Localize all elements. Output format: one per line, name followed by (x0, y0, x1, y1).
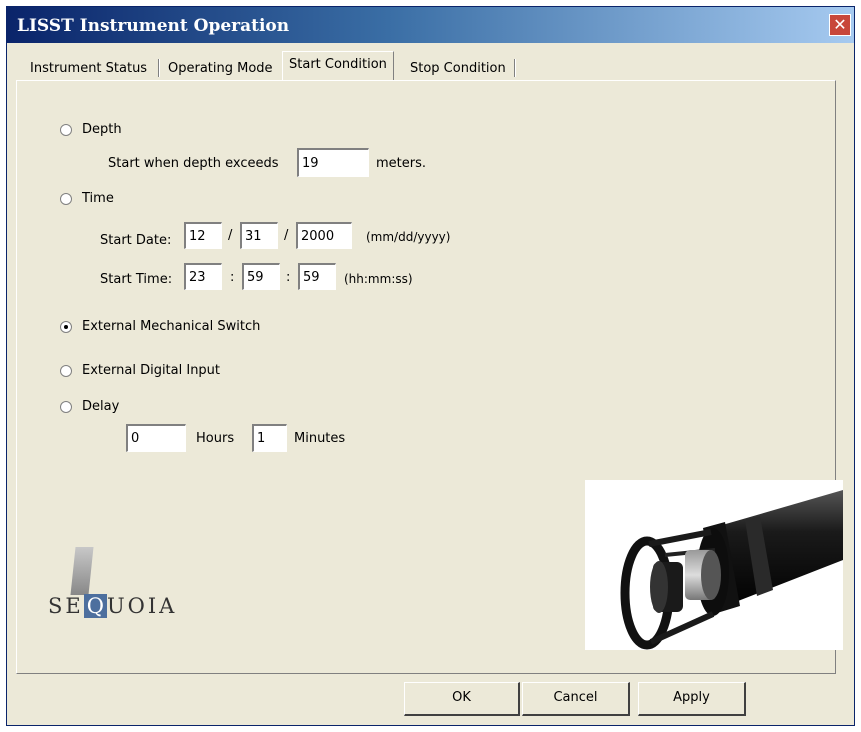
start-second-input[interactable] (298, 263, 336, 290)
date-format-hint: (mm/dd/yyyy) (366, 230, 451, 244)
tab-label: Start Condition (289, 57, 387, 72)
start-minute-input[interactable] (242, 263, 280, 290)
depth-prefix-label: Start when depth exceeds (108, 156, 279, 171)
start-month-input[interactable] (184, 222, 222, 249)
instrument-photo (585, 480, 843, 650)
delay-minutes-input[interactable] (252, 424, 287, 452)
depth-radio[interactable] (60, 124, 72, 136)
date-separator: / (284, 228, 289, 243)
cancel-button[interactable]: Cancel (522, 682, 630, 716)
logo-text: SE Q UOIA (48, 594, 177, 624)
time-separator: : (230, 270, 235, 285)
external-mechanical-switch-radio[interactable] (60, 321, 72, 333)
start-hour-input[interactable] (184, 263, 222, 290)
minutes-label: Minutes (294, 431, 346, 446)
tab-start-condition[interactable]: Start Condition (282, 51, 394, 81)
tab-operating-mode[interactable]: Operating Mode (168, 57, 273, 81)
depth-unit-label: meters. (376, 156, 427, 171)
delay-hours-input[interactable] (126, 424, 186, 452)
start-date-label: Start Date: (100, 233, 172, 248)
tab-separator (514, 59, 516, 77)
time-separator: : (286, 270, 291, 285)
window-title: LISST Instrument Operation (17, 16, 290, 36)
delay-label: Delay (82, 399, 120, 414)
hours-label: Hours (196, 431, 235, 446)
logo-text-q: Q (83, 594, 107, 618)
logo-text-left: SE (48, 594, 84, 618)
time-label: Time (82, 191, 114, 206)
date-separator: / (228, 228, 233, 243)
external-digital-input-label: External Digital Input (82, 363, 221, 378)
depth-input[interactable] (297, 148, 369, 177)
tab-label: Stop Condition (410, 61, 506, 76)
title-bar[interactable]: LISST Instrument Operation ✕ (7, 7, 854, 43)
apply-button[interactable]: Apply (638, 682, 746, 716)
lisst-instrument-icon (620, 490, 843, 650)
logo-text-right: UOIA (106, 594, 178, 618)
start-day-input[interactable] (240, 222, 278, 249)
time-radio[interactable] (60, 193, 72, 205)
close-icon: ✕ (833, 15, 847, 34)
close-button[interactable]: ✕ (829, 14, 851, 36)
ok-button[interactable]: OK (404, 682, 520, 716)
time-format-hint: (hh:mm:ss) (344, 272, 413, 286)
tab-instrument-status[interactable]: Instrument Status (30, 57, 147, 81)
tab-label: Operating Mode (168, 61, 273, 76)
tab-label: Instrument Status (30, 61, 148, 76)
external-digital-input-radio[interactable] (60, 365, 72, 377)
depth-label: Depth (82, 122, 122, 137)
external-mechanical-switch-label: External Mechanical Switch (82, 319, 261, 334)
start-time-label: Start Time: (100, 272, 173, 287)
start-year-input[interactable] (296, 222, 352, 249)
tab-separator (158, 59, 160, 77)
tab-stop-condition[interactable]: Stop Condition (410, 57, 506, 81)
delay-radio[interactable] (60, 401, 72, 413)
